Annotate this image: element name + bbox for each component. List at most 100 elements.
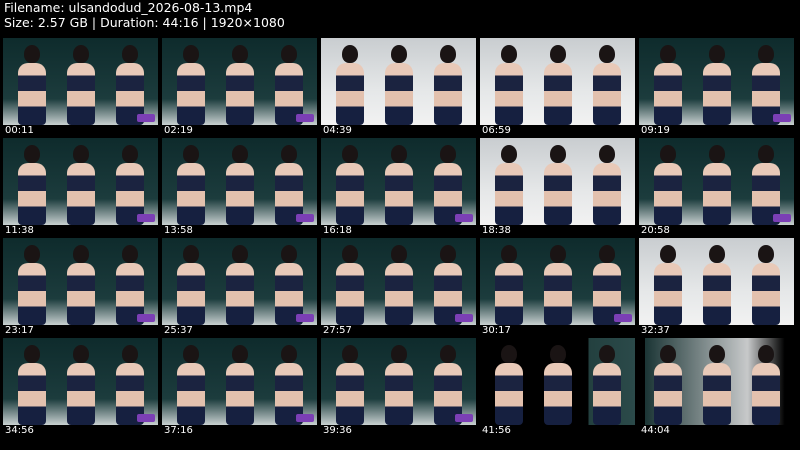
thumbnail-image <box>3 138 158 225</box>
figure-shape <box>174 45 208 125</box>
figure-shape <box>700 145 734 225</box>
figure-shape <box>541 245 575 325</box>
watermark-badge <box>137 414 155 422</box>
figure-shape <box>64 145 98 225</box>
thumbnail-cell[interactable]: 44:04 <box>639 338 794 437</box>
thumbnail-cell[interactable]: 00:11 <box>3 38 158 137</box>
figure-shape <box>382 145 416 225</box>
timestamp-label: 11:38 <box>5 225 34 236</box>
watermark-badge <box>455 314 473 322</box>
figure-shape <box>15 45 49 125</box>
figure-shape <box>333 345 367 425</box>
watermark-badge <box>614 314 632 322</box>
figure-shape <box>272 45 306 125</box>
thumbnail-image <box>639 238 794 325</box>
contact-sheet-header: Filename: ulsandodud_2026-08-13.mp4 Size… <box>4 0 285 30</box>
figure-shape <box>174 145 208 225</box>
figure-shape <box>492 45 526 125</box>
timestamp-label: 25:37 <box>164 325 193 336</box>
thumbnail-cell[interactable]: 23:17 <box>3 238 158 337</box>
file-info-line: Size: 2.57 GB | Duration: 44:16 | 1920×1… <box>4 15 285 30</box>
watermark-badge <box>455 214 473 222</box>
thumbnail-image <box>162 238 317 325</box>
watermark-badge <box>296 214 314 222</box>
figure-shape <box>590 245 624 325</box>
thumbnail-cell[interactable]: 13:58 <box>162 138 317 237</box>
timestamp-label: 30:17 <box>482 325 511 336</box>
thumbnail-image <box>162 338 317 425</box>
figure-shape <box>590 45 624 125</box>
thumbnail-cell[interactable]: 02:19 <box>162 38 317 137</box>
thumbnail-cell[interactable]: 06:59 <box>480 38 635 137</box>
figure-shape <box>700 45 734 125</box>
timestamp-label: 00:11 <box>5 125 34 136</box>
thumbnail-cell[interactable]: 09:19 <box>639 38 794 137</box>
thumbnail-cell[interactable]: 39:36 <box>321 338 476 437</box>
figure-shape <box>223 245 257 325</box>
thumbnail-cell[interactable]: 04:39 <box>321 38 476 137</box>
figure-shape <box>272 345 306 425</box>
figure-shape <box>223 45 257 125</box>
figure-shape <box>541 345 575 425</box>
thumbnail-image <box>480 238 635 325</box>
figure-shape <box>333 145 367 225</box>
figure-shape <box>492 145 526 225</box>
figure-shape <box>651 45 685 125</box>
figure-shape <box>15 145 49 225</box>
thumbnail-cell[interactable]: 11:38 <box>3 138 158 237</box>
figure-shape <box>651 245 685 325</box>
figure-shape <box>590 145 624 225</box>
thumbnail-image <box>321 338 476 425</box>
thumbnail-cell[interactable]: 41:56 <box>480 338 635 437</box>
timestamp-label: 02:19 <box>164 125 193 136</box>
thumbnail-cell[interactable]: 30:17 <box>480 238 635 337</box>
thumbnail-image <box>639 338 794 425</box>
thumbnail-image <box>3 338 158 425</box>
thumbnail-image <box>3 238 158 325</box>
filename-line: Filename: ulsandodud_2026-08-13.mp4 <box>4 0 253 15</box>
figure-shape <box>431 145 465 225</box>
watermark-badge <box>773 214 791 222</box>
watermark-badge <box>137 214 155 222</box>
thumbnail-cell[interactable]: 32:37 <box>639 238 794 337</box>
watermark-badge <box>137 314 155 322</box>
figure-shape <box>64 245 98 325</box>
figure-shape <box>174 245 208 325</box>
thumbnail-image <box>321 138 476 225</box>
thumbnail-cell[interactable]: 27:57 <box>321 238 476 337</box>
thumbnail-cell[interactable]: 25:37 <box>162 238 317 337</box>
timestamp-label: 39:36 <box>323 425 352 436</box>
figure-shape <box>174 345 208 425</box>
thumbnail-image <box>480 338 635 425</box>
watermark-badge <box>773 114 791 122</box>
watermark-badge <box>296 414 314 422</box>
figure-shape <box>541 45 575 125</box>
thumbnail-image <box>639 138 794 225</box>
figure-shape <box>223 145 257 225</box>
watermark-badge <box>296 314 314 322</box>
figure-shape <box>541 145 575 225</box>
timestamp-label: 06:59 <box>482 125 511 136</box>
thumbnail-cell[interactable]: 34:56 <box>3 338 158 437</box>
timestamp-label: 18:38 <box>482 225 511 236</box>
thumbnail-cell[interactable]: 16:18 <box>321 138 476 237</box>
figure-shape <box>382 45 416 125</box>
figure-shape <box>431 245 465 325</box>
figure-shape <box>431 345 465 425</box>
timestamp-label: 41:56 <box>482 425 511 436</box>
thumbnail-image <box>321 38 476 125</box>
thumbnail-cell[interactable]: 20:58 <box>639 138 794 237</box>
timestamp-label: 32:37 <box>641 325 670 336</box>
figure-shape <box>64 45 98 125</box>
figure-shape <box>492 345 526 425</box>
figure-shape <box>749 345 783 425</box>
figure-shape <box>333 45 367 125</box>
figure-shape <box>749 245 783 325</box>
thumbnail-cell[interactable]: 18:38 <box>480 138 635 237</box>
figure-shape <box>223 345 257 425</box>
thumbnail-image <box>321 238 476 325</box>
timestamp-label: 20:58 <box>641 225 670 236</box>
figure-shape <box>15 345 49 425</box>
watermark-badge <box>137 114 155 122</box>
thumbnail-cell[interactable]: 37:16 <box>162 338 317 437</box>
